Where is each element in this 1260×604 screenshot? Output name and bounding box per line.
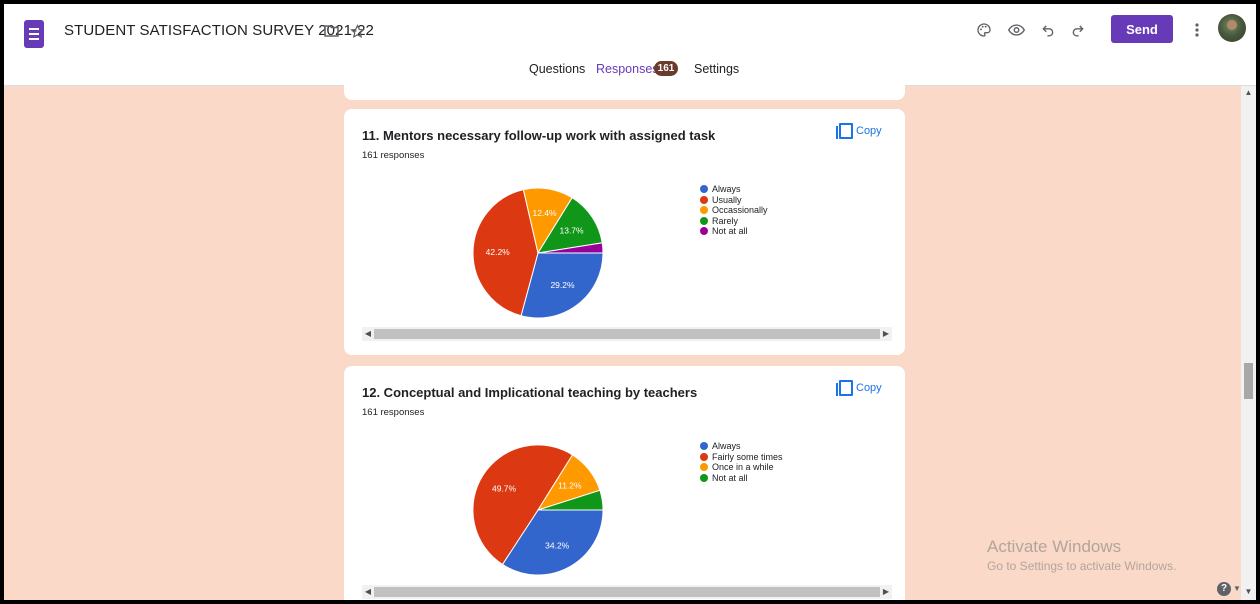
chart-legend: Always Fairly some times Once in a while No… xyxy=(700,441,783,483)
redo-icon[interactable] xyxy=(1064,16,1092,44)
question-card: 11. Mentors necessary follow-up work wit… xyxy=(344,109,905,355)
send-button[interactable]: Send xyxy=(1111,15,1173,43)
question-title: 11. Mentors necessary follow-up work wit… xyxy=(362,128,716,143)
legend-swatch xyxy=(700,216,708,225)
legend-label: Rarely xyxy=(712,215,739,226)
scroll-down-icon[interactable]: ▼ xyxy=(1241,587,1256,596)
pie-slice-label: 29.2% xyxy=(550,280,575,290)
pie-slice-label: 42.2% xyxy=(486,247,511,257)
legend-label: Always xyxy=(712,441,741,452)
chevron-down-icon[interactable]: ▼ xyxy=(1233,584,1241,593)
eye-icon[interactable] xyxy=(1002,16,1030,44)
pie-slice-label: 12.4% xyxy=(532,208,557,218)
folder-icon[interactable] xyxy=(318,18,344,44)
legend-swatch xyxy=(700,206,708,215)
legend-item: Rarely xyxy=(700,216,768,227)
scroll-right-icon[interactable]: ▶ xyxy=(881,587,891,597)
help-icon[interactable]: ? xyxy=(1217,582,1231,596)
legend-item: Occassionally xyxy=(700,205,768,216)
legend-label: Not at all xyxy=(712,226,748,237)
palette-icon[interactable] xyxy=(970,16,998,44)
page-scrollbar-thumb[interactable] xyxy=(1244,363,1253,399)
legend-label: Always xyxy=(712,184,741,195)
legend-swatch xyxy=(700,473,708,482)
copy-label: Copy xyxy=(856,382,882,394)
legend-label: Occassionally xyxy=(712,205,768,216)
legend-swatch xyxy=(700,442,708,451)
horizontal-scrollbar[interactable]: ◀ ▶ xyxy=(362,327,892,341)
legend-swatch xyxy=(700,195,708,204)
copy-icon xyxy=(836,380,853,396)
legend-swatch xyxy=(700,227,708,236)
activate-windows-title: Activate Windows xyxy=(987,537,1122,556)
question-title: 12. Conceptual and Implicational teachin… xyxy=(362,385,698,400)
copy-label: Copy xyxy=(856,125,882,137)
scrollbar-thumb[interactable] xyxy=(374,329,880,339)
scrollbar-thumb[interactable] xyxy=(374,587,880,597)
legend-item: Once in a while xyxy=(700,462,783,473)
legend-swatch xyxy=(700,463,708,472)
pie-chart: 34.2% 49.7% 11.2% xyxy=(472,444,604,576)
activate-windows-subtitle: Go to Settings to activate Windows. xyxy=(987,559,1177,573)
scroll-up-icon[interactable]: ▲ xyxy=(1241,88,1256,97)
question-card: 12. Conceptual and Implicational teachin… xyxy=(344,366,905,600)
star-icon[interactable] xyxy=(344,18,370,44)
app-header: STUDENT SATISFACTION SURVEY 2021-22 Send… xyxy=(4,4,1256,86)
scroll-left-icon[interactable]: ◀ xyxy=(363,329,373,339)
app-frame: STUDENT SATISFACTION SURVEY 2021-22 Send… xyxy=(4,4,1256,600)
copy-chart-button[interactable]: Copy xyxy=(836,123,882,139)
legend-label: Fairly some times xyxy=(712,451,783,462)
legend-item: Usually xyxy=(700,195,768,206)
chart-legend: Always Usually Occassionally Rarely Not at a… xyxy=(700,184,768,237)
previous-question-card xyxy=(344,76,905,100)
scroll-left-icon[interactable]: ◀ xyxy=(363,587,373,597)
legend-item: Fairly some times xyxy=(700,452,783,463)
pie-slice-label: 49.7% xyxy=(492,483,517,493)
legend-swatch xyxy=(700,185,708,194)
avatar[interactable] xyxy=(1218,14,1246,42)
legend-item: Always xyxy=(700,441,783,452)
legend-label: Once in a while xyxy=(712,462,774,473)
horizontal-scrollbar[interactable]: ◀ ▶ xyxy=(362,585,892,599)
tab-settings[interactable]: Settings xyxy=(694,62,739,76)
pie-chart: 29.2% 42.2% 12.4%13.7% xyxy=(472,187,604,319)
undo-icon[interactable] xyxy=(1034,16,1062,44)
response-count: 161 responses xyxy=(362,150,425,161)
tab-responses[interactable]: Responses xyxy=(596,62,659,76)
forms-logo-icon[interactable] xyxy=(24,20,44,48)
pie-slice-label: 11.2% xyxy=(558,480,582,490)
legend-item: Not at all xyxy=(700,226,768,237)
tab-questions[interactable]: Questions xyxy=(529,62,585,76)
response-count: 161 responses xyxy=(362,407,425,418)
legend-swatch xyxy=(700,452,708,461)
legend-label: Not at all xyxy=(712,472,748,483)
copy-chart-button[interactable]: Copy xyxy=(836,380,882,396)
legend-label: Usually xyxy=(712,194,742,205)
pie-slice-label: 13.7% xyxy=(559,226,584,236)
legend-item: Not at all xyxy=(700,473,783,484)
copy-icon xyxy=(836,123,853,139)
scroll-right-icon[interactable]: ▶ xyxy=(881,329,891,339)
responses-count-badge: 161 xyxy=(654,61,678,76)
more-vert-icon[interactable] xyxy=(1183,16,1211,44)
legend-item: Always xyxy=(700,184,768,195)
pie-slice-label: 34.2% xyxy=(545,540,570,550)
page-scrollbar[interactable]: ▲ ▼ xyxy=(1241,86,1256,600)
